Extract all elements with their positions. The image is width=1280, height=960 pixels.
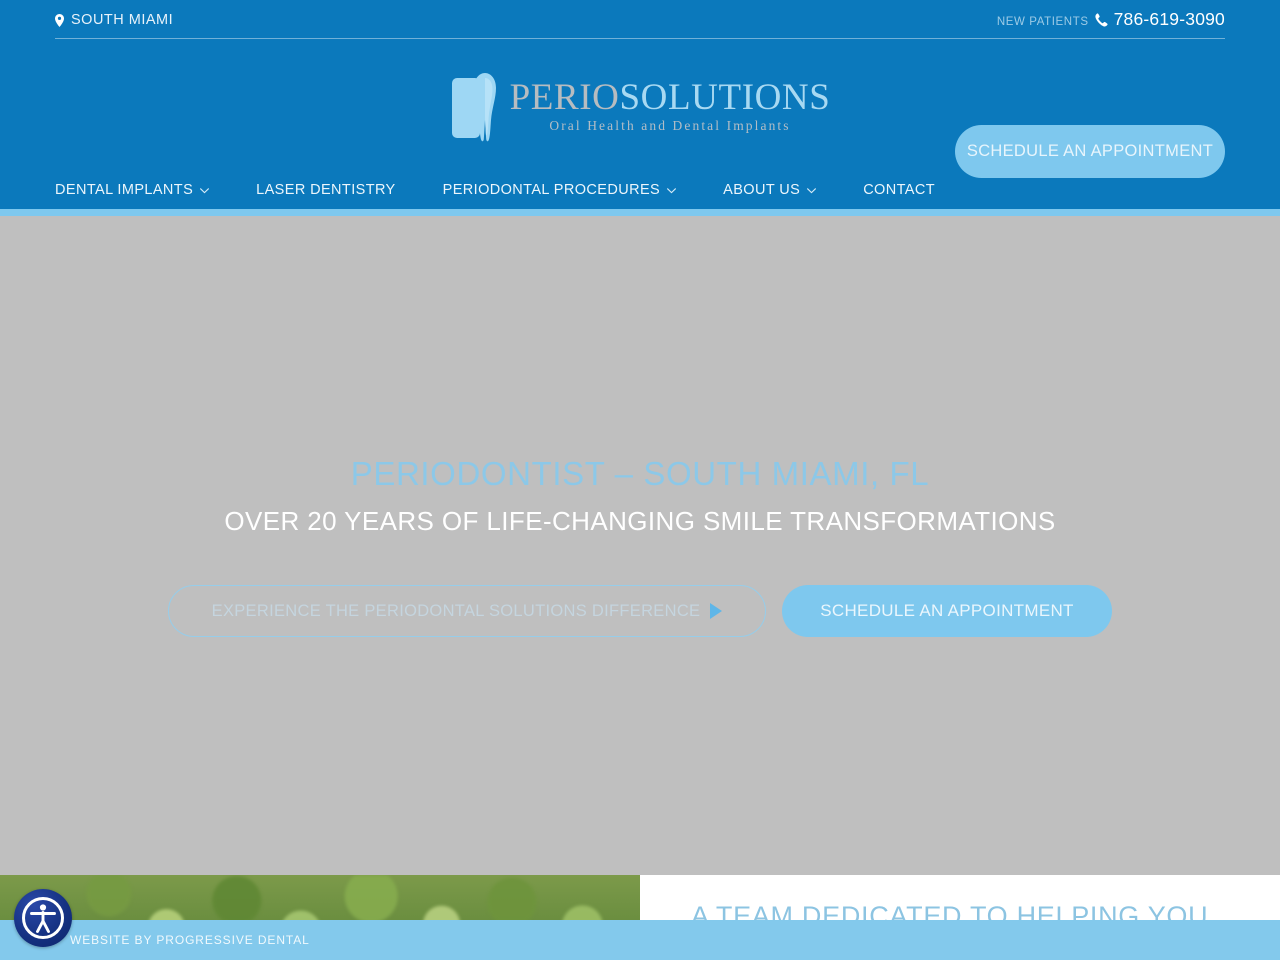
map-pin-icon (55, 13, 64, 27)
hero-video-button[interactable]: EXPERIENCE THE PERIODONTAL SOLUTIONS DIF… (168, 585, 766, 637)
phone-icon (1095, 13, 1108, 27)
phone-number[interactable]: 786-619-3090 (1114, 9, 1225, 30)
hero-section: PERIODONTIST – SOUTH MIAMI, FL OVER 20 Y… (0, 216, 1280, 875)
nav-item-dental-implants[interactable]: DENTAL IMPLANTS (55, 178, 210, 202)
hero-cta-label: SCHEDULE AN APPOINTMENT (820, 601, 1074, 620)
logo-word-primary: PERIO (509, 76, 620, 118)
nav-item-periodontal-procedures[interactable]: PERIODONTAL PROCEDURES (442, 178, 677, 202)
footer-credit-text[interactable]: WEBSITE BY PROGRESSIVE DENTAL (70, 933, 310, 947)
chevron-down-icon (807, 188, 817, 194)
chevron-down-icon (667, 188, 677, 194)
nav-item-about-us[interactable]: ABOUT US (723, 178, 817, 202)
nav-item-label: LASER DENTISTRY (256, 182, 396, 198)
hero-video-button-label: EXPERIENCE THE PERIODONTAL SOLUTIONS DIF… (211, 601, 701, 620)
hero-subtitle: OVER 20 YEARS OF LIFE-CHANGING SMILE TRA… (224, 506, 1056, 536)
site-header: SOUTH MIAMI NEW PATIENTS 786-619-3090 PE… (0, 0, 1280, 209)
new-patients-phone-group[interactable]: NEW PATIENTS 786-619-3090 (997, 9, 1225, 30)
hero-title: PERIODONTIST – SOUTH MIAMI, FL (350, 455, 930, 492)
location-link[interactable]: SOUTH MIAMI (55, 12, 173, 28)
footer-credit-bar: WEBSITE BY PROGRESSIVE DENTAL (0, 920, 1280, 960)
logo-wordmark: PERIOSOLUTIONS Oral Health and Dental Im… (509, 76, 831, 136)
accessibility-person-icon (21, 896, 65, 940)
tooth-logo-icon (450, 72, 500, 142)
main-navigation: DENTAL IMPLANTS LASER DENTISTRY PERIODON… (55, 178, 935, 202)
hero-button-group: EXPERIENCE THE PERIODONTAL SOLUTIONS DIF… (0, 585, 1280, 637)
logo-tagline: Oral Health and Dental Implants (549, 117, 791, 133)
nav-item-label: DENTAL IMPLANTS (55, 182, 194, 198)
nav-item-laser-dentistry[interactable]: LASER DENTISTRY (256, 178, 396, 202)
nav-item-label: ABOUT US (723, 182, 801, 198)
logo-word-secondary: SOLUTIONS (619, 76, 831, 118)
logo-word-row: PERIOSOLUTIONS (509, 76, 831, 118)
accessibility-widget-button[interactable] (14, 889, 72, 947)
utility-bar-inner: SOUTH MIAMI NEW PATIENTS 786-619-3090 (55, 0, 1225, 39)
utility-bar: SOUTH MIAMI NEW PATIENTS 786-619-3090 (0, 0, 1280, 44)
location-label: SOUTH MIAMI (71, 12, 174, 28)
nav-item-label: PERIODONTAL PROCEDURES (442, 182, 661, 198)
nav-item-label: CONTACT (863, 182, 935, 198)
play-triangle-icon (710, 603, 723, 619)
page-root: SOUTH MIAMI NEW PATIENTS 786-619-3090 PE… (0, 0, 1280, 960)
hero-content: PERIODONTIST – SOUTH MIAMI, FL OVER 20 Y… (0, 454, 1280, 637)
nav-item-contact[interactable]: CONTACT (863, 178, 935, 202)
header-schedule-appointment-button[interactable]: SCHEDULE AN APPOINTMENT (955, 125, 1225, 178)
header-accent-strip (0, 209, 1280, 216)
chevron-down-icon (200, 188, 210, 194)
hero-schedule-appointment-button[interactable]: SCHEDULE AN APPOINTMENT (782, 585, 1112, 637)
new-patients-label: NEW PATIENTS (996, 16, 1089, 28)
logo-tooth-shape (470, 72, 500, 147)
header-cta-label: SCHEDULE AN APPOINTMENT (966, 142, 1214, 160)
